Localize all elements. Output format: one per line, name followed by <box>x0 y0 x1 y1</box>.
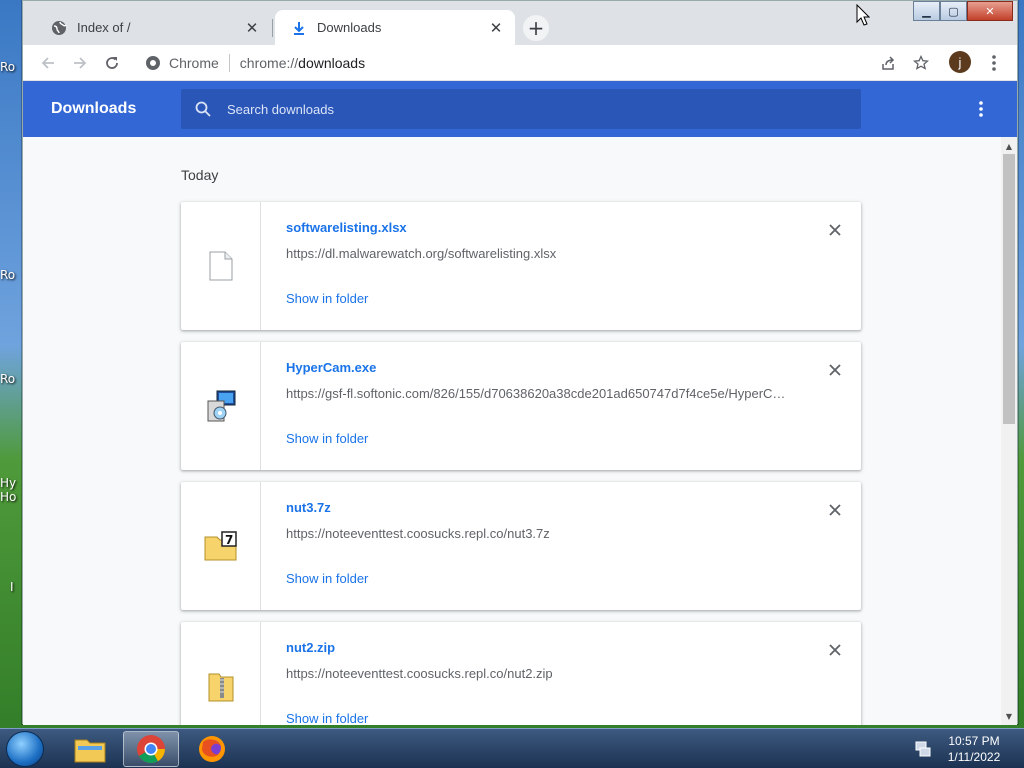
forward-arrow-icon <box>74 57 87 69</box>
tab-title: Downloads <box>317 20 382 35</box>
address-bar[interactable]: Chrome chrome://downloads <box>135 49 911 77</box>
clock-date: 1/11/2022 <box>947 750 1001 764</box>
download-source-url[interactable]: https://noteeventtest.coosucks.repl.co/n… <box>286 666 786 681</box>
download-item: HyperCam.exe https://gsf-fl.softonic.com… <box>181 342 861 470</box>
explorer-taskbar-button[interactable] <box>62 731 118 767</box>
tab-title: Index of / <box>77 20 131 35</box>
chrome-window: Index of / ✕ Downloads ✕ + ▁ ▢ ✕ Chrome … <box>22 0 1018 725</box>
remove-download-button[interactable] <box>825 360 845 380</box>
scroll-up-arrow-icon[interactable]: ▲ <box>1001 139 1017 153</box>
download-source-url[interactable]: https://gsf-fl.softonic.com/826/155/d706… <box>286 386 786 401</box>
close-icon <box>829 364 841 376</box>
desktop-icon-label[interactable]: Ro <box>0 372 15 386</box>
svg-text:7: 7 <box>225 533 233 547</box>
share-button[interactable] <box>877 52 899 74</box>
url-scheme: chrome:// <box>239 55 299 71</box>
show-in-folder-link[interactable]: Show in folder <box>286 431 368 446</box>
system-clock[interactable]: 10:57 PM 1/11/2022 <box>940 733 1008 765</box>
reload-button[interactable] <box>101 52 123 74</box>
minimize-button[interactable]: ▁ <box>913 1 940 21</box>
forward-button[interactable] <box>69 52 91 74</box>
share-icon <box>882 56 895 70</box>
close-tab-icon[interactable]: ✕ <box>487 19 505 37</box>
browser-toolbar: Chrome chrome://downloads j <box>23 45 1017 81</box>
download-source-url[interactable]: https://dl.malwarewatch.org/softwarelist… <box>286 246 786 261</box>
windows-taskbar: 10:57 PM 1/11/2022 <box>0 728 1024 768</box>
firefox-taskbar-button[interactable] <box>184 731 240 767</box>
show-in-folder-link[interactable]: Show in folder <box>286 571 368 586</box>
chrome-icon <box>137 735 165 763</box>
kebab-menu-icon <box>992 55 996 71</box>
desktop-icon-label[interactable]: Hy <box>0 476 16 490</box>
scrollbar-thumb[interactable] <box>1003 154 1015 424</box>
desktop-icon-label[interactable]: Ro <box>0 268 15 282</box>
desktop-icon-label[interactable]: Ho <box>0 490 16 504</box>
remove-download-button[interactable] <box>825 500 845 520</box>
mouse-pointer-icon <box>856 3 871 30</box>
page-title: Downloads <box>51 100 137 117</box>
show-in-folder-link[interactable]: Show in folder <box>286 711 368 725</box>
close-icon <box>829 644 841 656</box>
start-button[interactable] <box>6 731 44 767</box>
page-scrollbar[interactable]: ▲ ▼ <box>1001 137 1017 725</box>
search-input[interactable] <box>227 101 827 117</box>
download-filename-link[interactable]: nut2.zip <box>286 640 335 655</box>
chrome-menu-button[interactable] <box>983 52 1005 74</box>
close-tab-icon[interactable]: ✕ <box>243 19 261 37</box>
close-window-button[interactable]: ✕ <box>967 1 1013 21</box>
window-controls: ▁ ▢ ✕ <box>913 1 1013 21</box>
download-filename-link[interactable]: nut3.7z <box>286 500 331 515</box>
show-in-folder-link[interactable]: Show in folder <box>286 291 368 306</box>
new-tab-button[interactable]: + <box>523 15 549 41</box>
close-icon <box>829 504 841 516</box>
remove-download-button[interactable] <box>825 220 845 240</box>
remove-download-button[interactable] <box>825 640 845 660</box>
maximize-button[interactable]: ▢ <box>940 1 967 21</box>
tab-downloads[interactable]: Downloads ✕ <box>275 10 515 45</box>
desktop-icon-label[interactable]: I <box>10 580 14 594</box>
downloads-header: Downloads <box>23 81 1017 137</box>
back-button[interactable] <box>37 52 59 74</box>
tab-index-of[interactable]: Index of / ✕ <box>35 10 271 45</box>
reload-icon <box>106 57 118 69</box>
star-icon <box>913 55 929 70</box>
download-item: nut2.zip https://noteeventtest.coosucks.… <box>181 622 861 725</box>
search-icon <box>193 99 213 119</box>
desktop-icon-label[interactable]: Ro <box>0 60 15 74</box>
profile-avatar[interactable]: j <box>949 51 971 73</box>
chrome-logo-icon <box>145 55 161 74</box>
site-chip: Chrome <box>169 55 219 71</box>
download-source-url[interactable]: https://noteeventtest.coosucks.repl.co/n… <box>286 526 786 541</box>
bookmark-button[interactable] <box>910 52 932 74</box>
search-downloads-field[interactable] <box>181 89 861 129</box>
network-icon[interactable] <box>912 739 934 759</box>
globe-icon <box>51 20 67 36</box>
explorer-icon <box>74 739 106 763</box>
download-item: 7 nut3.7z https://noteeventtest.coosucks… <box>181 482 861 610</box>
scroll-down-arrow-icon[interactable]: ▼ <box>1001 709 1017 723</box>
tab-divider <box>272 19 273 37</box>
clock-time: 10:57 PM <box>948 734 1000 748</box>
downloads-menu-button[interactable] <box>971 99 991 119</box>
close-icon <box>829 224 841 236</box>
back-arrow-icon <box>41 57 54 69</box>
firefox-icon <box>199 736 225 762</box>
download-filename-link[interactable]: softwarelisting.xlsx <box>286 220 407 235</box>
download-item: softwarelisting.xlsx https://dl.malwarew… <box>181 202 861 330</box>
kebab-menu-icon <box>979 101 983 117</box>
download-icon <box>291 20 307 36</box>
url-path: downloads <box>298 55 366 71</box>
downloads-list: Today softwarelisting.xlsx https://dl.ma… <box>23 137 1001 725</box>
blank-file-icon <box>181 202 261 330</box>
date-section-label: Today <box>181 167 219 183</box>
zip-archive-icon <box>181 622 261 725</box>
download-filename-link[interactable]: HyperCam.exe <box>286 360 376 375</box>
7z-archive-icon: 7 <box>181 482 261 610</box>
installer-icon <box>181 342 261 470</box>
chrome-taskbar-button[interactable] <box>123 731 179 767</box>
